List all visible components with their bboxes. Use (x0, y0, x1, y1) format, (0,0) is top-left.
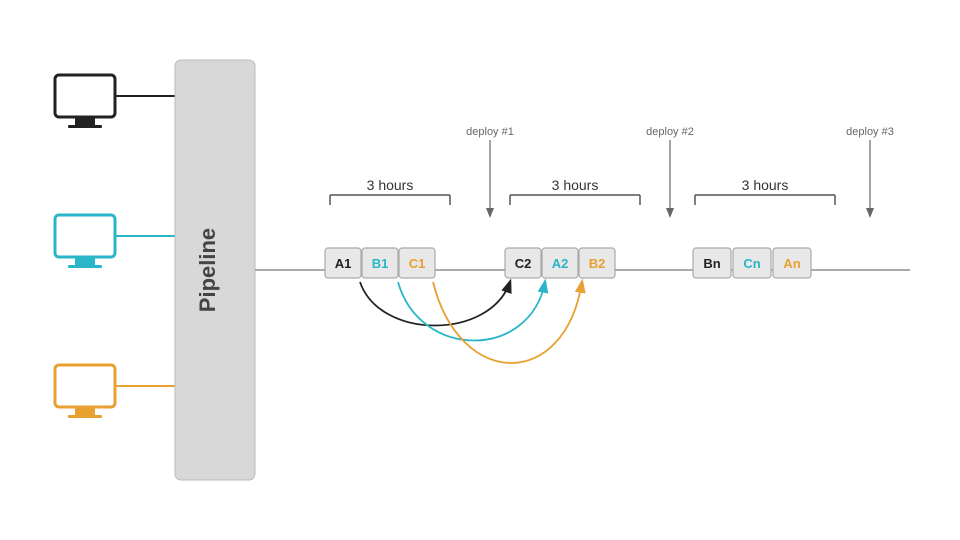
label-cn: Cn (743, 256, 760, 271)
label-a2: A2 (552, 256, 569, 271)
hours-label-3: 3 hours (742, 177, 789, 193)
pipeline-block: Pipeline (175, 60, 255, 480)
deploy-label-1: deploy #1 (466, 126, 514, 138)
pipeline-label: Pipeline (195, 228, 220, 312)
label-a1: A1 (335, 256, 352, 271)
label-an: An (783, 256, 800, 271)
label-c1: C1 (409, 256, 426, 271)
label-bn: Bn (703, 256, 720, 271)
label-c2: C2 (515, 256, 532, 271)
diagram-canvas: Pipeline 3 hours 3 hours 3 hours deploy … (0, 0, 960, 540)
deploy-label-3: deploy #3 (846, 126, 894, 138)
label-b1: B1 (372, 256, 389, 271)
hours-label-1: 3 hours (367, 177, 414, 193)
deploy-label-2: deploy #2 (646, 126, 694, 138)
hours-label-2: 3 hours (552, 177, 599, 193)
label-b2: B2 (589, 256, 606, 271)
